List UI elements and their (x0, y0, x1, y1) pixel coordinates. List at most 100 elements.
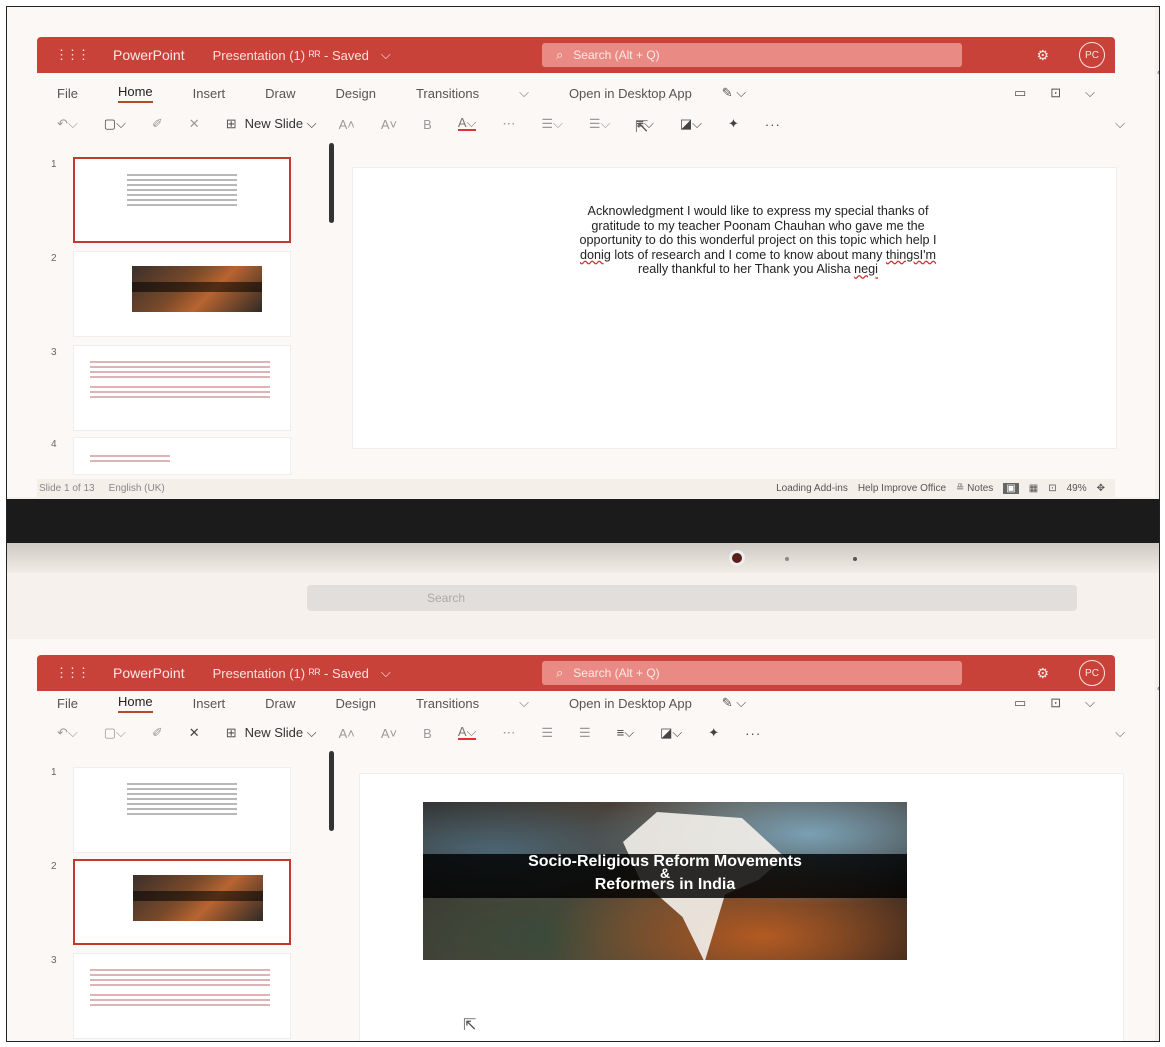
tab-design[interactable]: Design (336, 696, 376, 711)
bold-icon[interactable]: B (423, 117, 432, 132)
thumb-number: 1 (51, 159, 57, 170)
powerpoint-window-top: ⋮⋮⋮ PowerPoint Presentation (1) ᴿᴿ - Sav… (7, 7, 1155, 497)
thumb-number: 2 (51, 861, 57, 872)
bullets-icon[interactable]: ☰ (541, 725, 553, 741)
pen-dropdown[interactable]: ✎ ⌵ (722, 695, 746, 711)
tabs-overflow-chevron[interactable]: ⌵ (519, 85, 529, 101)
slide-sorter-icon[interactable]: ▦ (1029, 483, 1038, 494)
designer-icon[interactable]: ✦ (708, 725, 719, 741)
search-icon: ⌕ (556, 47, 564, 62)
thumb-number: 3 (51, 955, 57, 966)
title-slide-heading[interactable]: Socio-Religious Reform Movements & Refor… (423, 854, 907, 893)
slide-thumbnail-1[interactable] (73, 767, 291, 853)
increase-font-icon[interactable]: A˄ (339, 726, 355, 741)
chevron-down-icon[interactable]: ⌵ (1085, 695, 1095, 711)
thumb-number: 1 (51, 767, 57, 778)
font-color-icon[interactable]: A⌵ (457, 116, 477, 131)
thumb-number: 2 (51, 253, 57, 264)
tabs-overflow-chevron[interactable]: ⌵ (519, 695, 529, 711)
powerpoint-window-bottom: ⋮⋮⋮ PowerPoint Presentation (1) ᴿᴿ - Sav… (7, 639, 1155, 1041)
present-icon[interactable]: ⊡ (1050, 85, 1061, 101)
fit-slide-icon[interactable]: ✥ (1097, 483, 1105, 494)
shapes-icon[interactable]: ◪⌵ (660, 725, 682, 741)
numbering-icon[interactable]: ☰ (579, 725, 591, 741)
gear-icon[interactable]: ⚙ (1036, 665, 1049, 682)
tab-transitions[interactable]: Transitions (416, 696, 479, 711)
side-panel-chevron-icon[interactable]: ‹ (1157, 67, 1159, 78)
thumb-number: 4 (51, 439, 57, 450)
acknowledgment-text[interactable]: Acknowledgment I would like to express m… (573, 204, 943, 277)
decrease-font-icon[interactable]: A˅ (381, 726, 397, 741)
spelling-error: donig (580, 247, 611, 262)
slide-canvas[interactable]: Acknowledgment I would like to express m… (352, 167, 1117, 449)
slide-count: Slide 1 of 13 (39, 482, 95, 494)
chevron-down-icon[interactable]: ⌵ (1085, 85, 1095, 101)
search-icon: ⌕ (556, 665, 564, 680)
gear-icon[interactable]: ⚙ (1036, 47, 1049, 64)
reading-view-icon[interactable]: ⊡ (1048, 483, 1056, 494)
designer-icon[interactable]: ✦ (728, 116, 739, 132)
normal-view-icon[interactable]: ▣ (1003, 482, 1019, 494)
thumbnail-scrollbar[interactable] (329, 143, 334, 223)
bold-icon[interactable]: B (423, 726, 432, 741)
shapes-icon[interactable]: ◪⌵ (680, 116, 702, 132)
photo-frame: ⋮⋮⋮ PowerPoint Presentation (1) ᴿᴿ - Sav… (6, 6, 1160, 1042)
tab-design[interactable]: Design (336, 86, 376, 101)
font-color-icon[interactable]: A⌵ (457, 725, 477, 740)
pen-dropdown[interactable]: ✎ ⌵ (722, 85, 746, 101)
search-input[interactable]: ⌕ Search (Alt + Q) (542, 43, 962, 67)
side-panel-chevron-icon[interactable]: ‹ (1157, 683, 1159, 694)
ribbon-expand-icon[interactable]: ⌵ (1115, 116, 1125, 132)
zoom-level[interactable]: 49% (1067, 483, 1087, 494)
search-placeholder: Search (Alt + Q) (573, 48, 660, 62)
slide-thumbnail-pane: 1 2 3 4 (37, 7, 307, 497)
more-formatting-icon[interactable]: ⋯ (502, 725, 515, 741)
open-in-desktop-app-button[interactable]: Open in Desktop App (569, 696, 692, 711)
thumbnail-image (132, 266, 262, 312)
search-placeholder: Search (Alt + Q) (573, 666, 660, 680)
language-indicator[interactable]: English (UK) (109, 483, 165, 494)
align-icon[interactable]: ≡⌵ (617, 725, 634, 741)
open-in-desktop-app-button[interactable]: Open in Desktop App (569, 86, 692, 101)
search-input[interactable]: ⌕ Search (Alt + Q) (542, 661, 962, 685)
title-slide-image[interactable]: Socio-Religious Reform Movements & Refor… (423, 802, 907, 960)
slide-thumbnail-2[interactable] (73, 251, 291, 337)
mouse-cursor-icon: ⇱ (463, 1017, 477, 1034)
spelling-error: negi (854, 262, 878, 276)
more-formatting-icon[interactable]: ⋯ (502, 116, 515, 132)
spelling-error: thingsI'm (885, 247, 936, 262)
avatar[interactable]: PC (1079, 660, 1105, 686)
webcam-icon (729, 550, 745, 566)
increase-font-icon[interactable]: A˄ (339, 117, 355, 132)
ribbon-expand-icon[interactable]: ⌵ (1115, 725, 1125, 741)
numbering-icon[interactable]: ☰⌵ (589, 116, 611, 132)
slide-thumbnail-1[interactable] (73, 157, 291, 243)
slide-thumbnail-4[interactable] (73, 437, 291, 475)
avatar[interactable]: PC (1079, 42, 1105, 68)
more-options-button[interactable]: ··· (765, 117, 781, 132)
chevron-down-icon[interactable]: ⌵ (381, 47, 391, 63)
slide-canvas[interactable]: Socio-Religious Reform Movements & Refor… (359, 773, 1124, 1041)
help-improve-office-link[interactable]: Help Improve Office (858, 483, 946, 494)
slide-thumbnail-pane: 1 2 3 (37, 639, 307, 1041)
slide-thumbnail-3[interactable] (73, 345, 291, 431)
notes-button[interactable]: ≞ Notes (956, 483, 993, 494)
tab-transitions[interactable]: Transitions (416, 86, 479, 101)
comment-icon[interactable]: ▭ (1014, 85, 1026, 101)
mouse-cursor-icon: ⇱ (635, 119, 649, 136)
bullets-icon[interactable]: ☰⌵ (541, 116, 563, 132)
present-icon[interactable]: ⊡ (1050, 695, 1061, 711)
more-options-button[interactable]: ··· (745, 726, 761, 741)
slide-thumbnail-2[interactable] (73, 859, 291, 945)
chevron-down-icon[interactable]: ⌵ (381, 665, 391, 681)
browser-search-bar[interactable]: Search (307, 585, 1077, 611)
comment-icon[interactable]: ▭ (1014, 695, 1026, 711)
thumbnail-scrollbar[interactable] (329, 751, 334, 831)
thumb-number: 3 (51, 347, 57, 358)
thumbnail-image (133, 875, 263, 921)
laptop-camera-row (7, 543, 1159, 573)
decrease-font-icon[interactable]: A˅ (381, 117, 397, 132)
browser-search-label: Search (427, 591, 466, 605)
status-bar: Slide 1 of 13 English (UK) Loading Add-i… (37, 479, 1115, 497)
slide-thumbnail-3[interactable] (73, 953, 291, 1039)
